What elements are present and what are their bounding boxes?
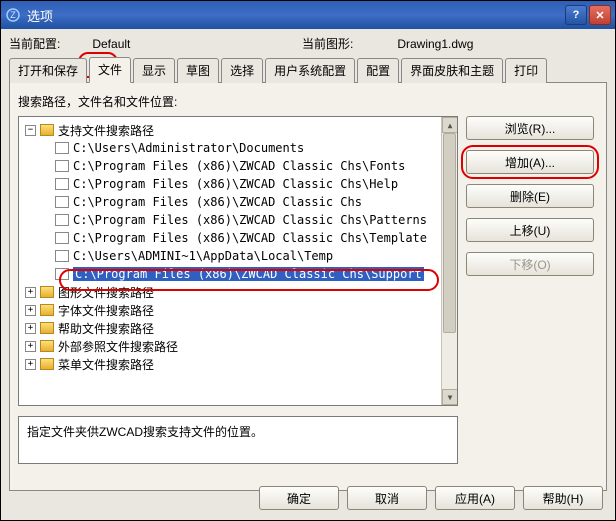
description-box: 指定文件夹供ZWCAD搜索支持文件的位置。 [18,416,458,464]
tree-path-6[interactable]: C:\Users\ADMINI~1\AppData\Local\Temp [21,247,455,265]
config-row: 当前配置: Default 当前图形: Drawing1.dwg [9,35,607,52]
cancel-button[interactable]: 取消 [347,486,427,510]
tree-path-3[interactable]: C:\Program Files (x86)\ZWCAD Classic Chs [21,193,455,211]
add-button[interactable]: 增加(A)... [466,150,594,174]
tree-path-2[interactable]: C:\Program Files (x86)\ZWCAD Classic Chs… [21,175,455,193]
expander-icon[interactable]: + [25,287,36,298]
expander-icon[interactable]: + [25,359,36,370]
node-label: 菜单文件搜索路径 [58,356,154,373]
moveup-button[interactable]: 上移(U) [466,218,594,242]
node-label: C:\Users\Administrator\Documents [73,141,304,155]
tree-path-7[interactable]: C:\Program Files (x86)\ZWCAD Classic Chs… [21,265,455,283]
titlebar: Z 选项 ? ✕ [1,1,615,29]
folder-icon [40,358,54,370]
tab-3[interactable]: 草图 [177,58,219,83]
node-label: C:\Users\ADMINI~1\AppData\Local\Temp [73,249,333,263]
current-drawing-value: Drawing1.dwg [397,37,607,51]
tree-path-1[interactable]: C:\Program Files (x86)\ZWCAD Classic Chs… [21,157,455,175]
tree-folder-4[interactable]: + 菜单文件搜索路径 [21,355,455,373]
window-title: 选项 [27,6,565,25]
file-icon [55,178,69,190]
node-label: C:\Program Files (x86)\ZWCAD Classic Chs… [73,177,398,191]
scroll-up-button[interactable]: ▲ [442,117,458,133]
tree-folder-1[interactable]: + 字体文件搜索路径 [21,301,455,319]
tab-5[interactable]: 用户系统配置 [265,58,355,83]
browse-button[interactable]: 浏览(R)... [466,116,594,140]
help-button[interactable]: ? [565,5,587,25]
file-icon [55,214,69,226]
tree-root[interactable]: − 支持文件搜索路径 [21,121,455,139]
vertical-scrollbar[interactable]: ▲ ▼ [441,117,457,405]
tab-0[interactable]: 打开和保存 [9,58,87,83]
file-icon [55,142,69,154]
tree-folder-2[interactable]: + 帮助文件搜索路径 [21,319,455,337]
expander-icon[interactable]: + [25,305,36,316]
file-icon [55,250,69,262]
file-icon [55,160,69,172]
node-label: C:\Program Files (x86)\ZWCAD Classic Chs… [73,231,427,245]
ok-button[interactable]: 确定 [259,486,339,510]
tab-panel-files: 搜索路径，文件名和文件位置: − 支持文件搜索路径 C:\Users\Adminis… [9,83,607,491]
node-label: 支持文件搜索路径 [58,122,154,139]
movedown-button: 下移(O) [466,252,594,276]
node-label: C:\Program Files (x86)\ZWCAD Classic Chs… [73,213,427,227]
tree-folder-3[interactable]: + 外部参照文件搜索路径 [21,337,455,355]
scroll-down-button[interactable]: ▼ [442,389,458,405]
close-button[interactable]: ✕ [589,5,611,25]
expander-icon[interactable]: + [25,341,36,352]
tab-2[interactable]: 显示 [133,58,175,83]
tree-path-4[interactable]: C:\Program Files (x86)\ZWCAD Classic Chs… [21,211,455,229]
current-config-value: Default [92,37,302,51]
expander-icon[interactable]: + [25,323,36,334]
folder-icon [40,340,54,352]
description-text: 指定文件夹供ZWCAD搜索支持文件的位置。 [27,425,263,439]
node-label: 外部参照文件搜索路径 [58,338,178,355]
tree-folder-0[interactable]: + 图形文件搜索路径 [21,283,455,301]
scroll-thumb[interactable] [443,133,456,333]
node-label: C:\Program Files (x86)\ZWCAD Classic Chs… [73,267,424,281]
folder-icon [40,322,54,334]
tree-path-5[interactable]: C:\Program Files (x86)\ZWCAD Classic Chs… [21,229,455,247]
tab-4[interactable]: 选择 [221,58,263,83]
expander-icon[interactable]: − [25,125,36,136]
tab-7[interactable]: 界面皮肤和主题 [401,58,503,83]
node-label: C:\Program Files (x86)\ZWCAD Classic Chs… [73,159,405,173]
path-tree[interactable]: − 支持文件搜索路径 C:\Users\Administrator\Document… [18,116,458,406]
folder-icon [40,124,54,136]
tab-8[interactable]: 打印 [505,58,547,83]
node-label: 图形文件搜索路径 [58,284,154,301]
file-icon [55,232,69,244]
tree-path-0[interactable]: C:\Users\Administrator\Documents [21,139,455,157]
delete-button[interactable]: 删除(E) [466,184,594,208]
svg-text:Z: Z [10,10,16,20]
app-icon: Z [5,7,21,23]
dialog-buttons: 确定 取消 应用(A) 帮助(H) [259,486,603,510]
node-label: 字体文件搜索路径 [58,302,154,319]
file-icon [55,196,69,208]
file-icon [55,268,69,280]
node-label: 帮助文件搜索路径 [58,320,154,337]
node-label: C:\Program Files (x86)\ZWCAD Classic Chs [73,195,362,209]
tab-strip: 打开和保存文件显示草图选择用户系统配置配置界面皮肤和主题打印 [9,56,607,83]
tab-1[interactable]: 文件 [89,57,131,83]
folder-icon [40,304,54,316]
apply-button[interactable]: 应用(A) [435,486,515,510]
tab-6[interactable]: 配置 [357,58,399,83]
help-dialog-button[interactable]: 帮助(H) [523,486,603,510]
current-drawing-label: 当前图形: [302,35,353,52]
folder-icon [40,286,54,298]
current-config-label: 当前配置: [9,35,60,52]
section-label: 搜索路径，文件名和文件位置: [18,93,598,110]
